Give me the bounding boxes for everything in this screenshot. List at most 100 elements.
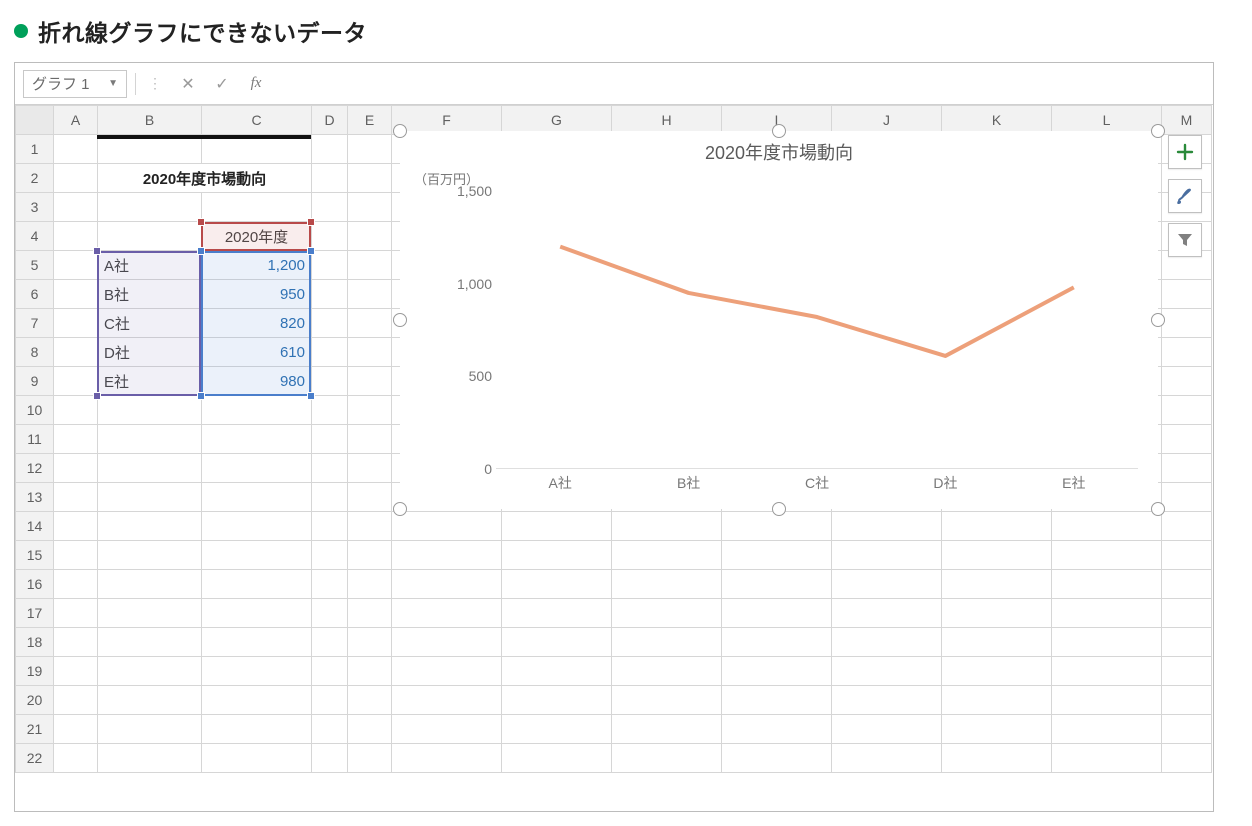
cell-C9[interactable]: 980: [202, 367, 312, 396]
cell-D10[interactable]: [312, 396, 348, 425]
cell-B2[interactable]: 2020年度市場動向: [98, 164, 312, 193]
cell-D20[interactable]: [312, 686, 348, 715]
row-header-1[interactable]: 1: [16, 135, 54, 164]
row-header-17[interactable]: 17: [16, 599, 54, 628]
cell-F17[interactable]: [392, 599, 502, 628]
cell-K17[interactable]: [942, 599, 1052, 628]
cell-A21[interactable]: [54, 715, 98, 744]
cell-A5[interactable]: [54, 251, 98, 280]
cell-B9[interactable]: E社: [98, 367, 202, 396]
cell-E14[interactable]: [348, 512, 392, 541]
cell-M17[interactable]: [1162, 599, 1212, 628]
cell-B12[interactable]: [98, 454, 202, 483]
cell-G20[interactable]: [502, 686, 612, 715]
cell-G19[interactable]: [502, 657, 612, 686]
chart-resize-handle[interactable]: [393, 502, 407, 516]
cell-A18[interactable]: [54, 628, 98, 657]
cell-D16[interactable]: [312, 570, 348, 599]
cell-A11[interactable]: [54, 425, 98, 454]
cell-F19[interactable]: [392, 657, 502, 686]
cell-H19[interactable]: [612, 657, 722, 686]
cell-B13[interactable]: [98, 483, 202, 512]
cell-I16[interactable]: [722, 570, 832, 599]
chart-object[interactable]: 2020年度市場動向 （百万円） 05001,0001,500 A社B社C社D社…: [400, 131, 1158, 509]
cell-I18[interactable]: [722, 628, 832, 657]
cell-F21[interactable]: [392, 715, 502, 744]
cell-G16[interactable]: [502, 570, 612, 599]
cell-L22[interactable]: [1052, 744, 1162, 773]
cell-F15[interactable]: [392, 541, 502, 570]
cell-A1[interactable]: [54, 135, 98, 164]
cell-E3[interactable]: [348, 193, 392, 222]
chart-resize-handle[interactable]: [772, 124, 786, 138]
cell-A12[interactable]: [54, 454, 98, 483]
cell-M16[interactable]: [1162, 570, 1212, 599]
cell-M14[interactable]: [1162, 512, 1212, 541]
cell-G17[interactable]: [502, 599, 612, 628]
cell-D5[interactable]: [312, 251, 348, 280]
select-all-corner[interactable]: [16, 106, 54, 135]
cell-L18[interactable]: [1052, 628, 1162, 657]
cell-E8[interactable]: [348, 338, 392, 367]
cell-D9[interactable]: [312, 367, 348, 396]
cell-G22[interactable]: [502, 744, 612, 773]
cell-C22[interactable]: [202, 744, 312, 773]
cell-E13[interactable]: [348, 483, 392, 512]
row-header-8[interactable]: 8: [16, 338, 54, 367]
row-header-22[interactable]: 22: [16, 744, 54, 773]
cell-D18[interactable]: [312, 628, 348, 657]
cell-I15[interactable]: [722, 541, 832, 570]
cell-E18[interactable]: [348, 628, 392, 657]
chart-resize-handle[interactable]: [1151, 502, 1165, 516]
insert-function-button[interactable]: fx: [242, 71, 270, 97]
cell-A14[interactable]: [54, 512, 98, 541]
cell-M8[interactable]: [1162, 338, 1212, 367]
cell-E4[interactable]: [348, 222, 392, 251]
row-header-10[interactable]: 10: [16, 396, 54, 425]
chart-resize-handle[interactable]: [1151, 124, 1165, 138]
cell-C3[interactable]: [202, 193, 312, 222]
col-header-E[interactable]: E: [348, 106, 392, 135]
cell-A19[interactable]: [54, 657, 98, 686]
cell-D2[interactable]: [312, 164, 348, 193]
cell-L20[interactable]: [1052, 686, 1162, 715]
cell-M20[interactable]: [1162, 686, 1212, 715]
row-header-6[interactable]: 6: [16, 280, 54, 309]
row-header-16[interactable]: 16: [16, 570, 54, 599]
cell-D15[interactable]: [312, 541, 348, 570]
cell-A17[interactable]: [54, 599, 98, 628]
chart-resize-handle[interactable]: [772, 502, 786, 516]
worksheet-area[interactable]: ABCDEFGHIJKLM122020年度市場動向342020年度5A社1,20…: [15, 105, 1213, 811]
cell-B11[interactable]: [98, 425, 202, 454]
cell-K18[interactable]: [942, 628, 1052, 657]
cell-F14[interactable]: [392, 512, 502, 541]
cell-A2[interactable]: [54, 164, 98, 193]
cell-E11[interactable]: [348, 425, 392, 454]
cell-H22[interactable]: [612, 744, 722, 773]
cell-G14[interactable]: [502, 512, 612, 541]
cell-E7[interactable]: [348, 309, 392, 338]
cell-K21[interactable]: [942, 715, 1052, 744]
cell-J14[interactable]: [832, 512, 942, 541]
cell-D21[interactable]: [312, 715, 348, 744]
cell-L21[interactable]: [1052, 715, 1162, 744]
cell-D12[interactable]: [312, 454, 348, 483]
cell-J20[interactable]: [832, 686, 942, 715]
cell-K22[interactable]: [942, 744, 1052, 773]
formula-input[interactable]: [276, 71, 1205, 97]
cell-B22[interactable]: [98, 744, 202, 773]
cell-C15[interactable]: [202, 541, 312, 570]
cell-B20[interactable]: [98, 686, 202, 715]
cell-D4[interactable]: [312, 222, 348, 251]
cell-K14[interactable]: [942, 512, 1052, 541]
row-header-15[interactable]: 15: [16, 541, 54, 570]
cell-D6[interactable]: [312, 280, 348, 309]
chart-resize-handle[interactable]: [1151, 313, 1165, 327]
cell-D22[interactable]: [312, 744, 348, 773]
cell-H18[interactable]: [612, 628, 722, 657]
cell-I19[interactable]: [722, 657, 832, 686]
cell-B10[interactable]: [98, 396, 202, 425]
cell-C4[interactable]: 2020年度: [202, 222, 312, 251]
cell-E6[interactable]: [348, 280, 392, 309]
cell-E1[interactable]: [348, 135, 392, 164]
